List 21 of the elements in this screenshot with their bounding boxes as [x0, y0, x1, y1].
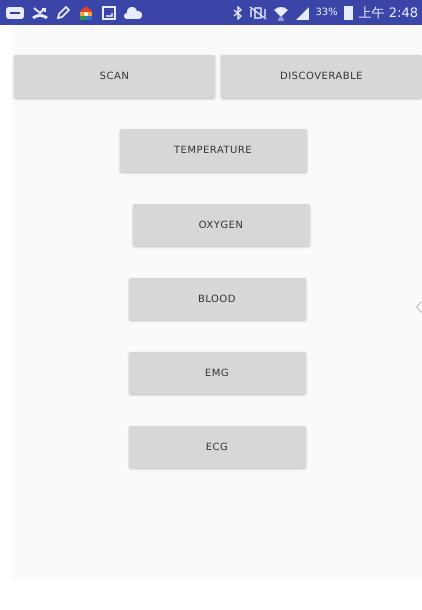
- sensor-button[interactable]: EMG: [128, 352, 306, 394]
- sensor-button[interactable]: BLOOD: [128, 278, 306, 320]
- signal-icon: [295, 6, 310, 20]
- battery-percent: 33%: [315, 7, 338, 18]
- cloud-icon: [124, 6, 142, 18]
- pencil-icon: [56, 6, 70, 20]
- battery-icon: [344, 5, 353, 20]
- sensor-button[interactable]: OXYGEN: [132, 204, 310, 246]
- missed-call-icon: [32, 4, 48, 20]
- sensor-button[interactable]: ECG: [128, 426, 306, 468]
- action-button[interactable]: DISCOVERABLE: [221, 55, 422, 98]
- vibrate-off-icon: [249, 6, 268, 20]
- wifi-icon: [273, 4, 290, 20]
- chevron-left-icon[interactable]: [416, 301, 422, 313]
- image-icon: [102, 6, 116, 20]
- sensor-button[interactable]: TEMPERATURE: [120, 129, 306, 172]
- clock: 上午 2:48: [358, 4, 418, 22]
- bluetooth-icon: [233, 6, 244, 20]
- action-button[interactable]: SCAN: [14, 55, 215, 98]
- keyboard-icon: [6, 6, 24, 18]
- house-icon: [78, 4, 94, 20]
